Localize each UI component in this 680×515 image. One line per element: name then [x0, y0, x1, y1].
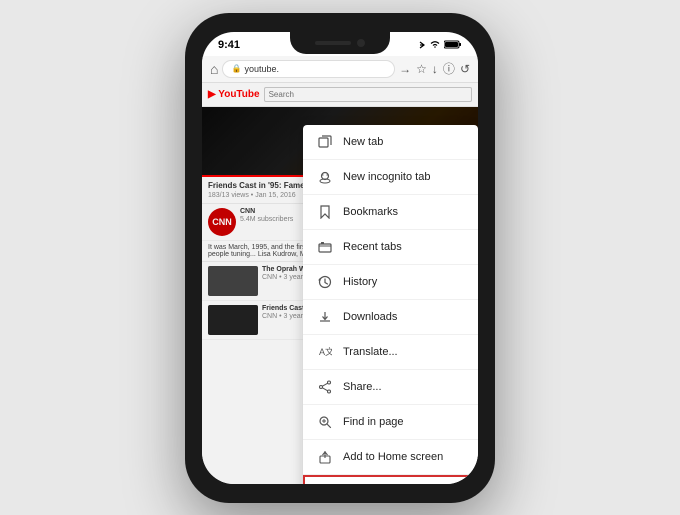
share-label: Share...: [343, 381, 464, 393]
bookmarks-label: Bookmarks: [343, 206, 464, 218]
youtube-content: ▶ YouTube ● 2:59 / 2:19 Friends Cast in …: [202, 83, 478, 484]
menu-item-downloads[interactable]: Downloads: [303, 300, 478, 335]
menu-item-share[interactable]: Share...: [303, 370, 478, 405]
add-home-icon: [317, 449, 333, 465]
svg-text:A文: A文: [319, 346, 332, 357]
menu-item-history[interactable]: History: [303, 265, 478, 300]
find-label: Find in page: [343, 416, 464, 428]
menu-item-bookmarks[interactable]: Bookmarks: [303, 195, 478, 230]
bookmark-icon: [317, 204, 333, 220]
add-home-label: Add to Home screen: [343, 451, 464, 463]
phone-screen: 9:41: [202, 32, 478, 484]
forward-icon[interactable]: →: [399, 62, 411, 76]
downloads-icon: [317, 309, 333, 325]
new-tab-label: New tab: [343, 136, 464, 148]
browser-toolbar: → ☆ ↓ ⓘ ↺: [399, 60, 470, 77]
speaker: [315, 41, 351, 45]
phone-frame: 9:41: [185, 13, 495, 503]
menu-item-find[interactable]: Find in page: [303, 405, 478, 440]
incognito-label: New incognito tab: [343, 171, 464, 183]
menu-item-translate[interactable]: A文 Translate...: [303, 335, 478, 370]
incognito-icon: [317, 169, 333, 185]
battery-icon: [444, 40, 462, 49]
downloads-label: Downloads: [343, 311, 464, 323]
find-icon: [317, 414, 333, 430]
menu-item-add-home[interactable]: Add to Home screen: [303, 440, 478, 475]
history-label: History: [343, 276, 464, 288]
camera: [357, 39, 365, 47]
recent-tabs-label: Recent tabs: [343, 241, 464, 253]
lock-icon: 🔒: [231, 64, 241, 73]
browser-chrome: ⌂ 🔒 youtube. → ☆ ↓ ⓘ ↺: [202, 56, 478, 83]
wifi-icon: [429, 40, 441, 49]
info-icon[interactable]: ⓘ: [443, 60, 455, 77]
bluetooth-icon: [418, 40, 426, 50]
menu-item-recent-tabs[interactable]: Recent tabs: [303, 230, 478, 265]
recent-tabs-icon: [317, 239, 333, 255]
home-button[interactable]: ⌂: [210, 61, 218, 77]
notch: [290, 32, 390, 54]
new-tab-icon: [317, 134, 333, 150]
refresh-icon[interactable]: ↺: [460, 62, 470, 76]
translate-label: Translate...: [343, 346, 464, 358]
status-icons: [418, 40, 462, 50]
url-text: youtube.: [244, 64, 279, 74]
download-icon[interactable]: ↓: [432, 62, 438, 76]
menu-item-new-tab[interactable]: New tab: [303, 125, 478, 160]
url-bar[interactable]: 🔒 youtube.: [222, 60, 395, 78]
menu-item-incognito[interactable]: New incognito tab: [303, 160, 478, 195]
star-icon[interactable]: ☆: [416, 62, 427, 76]
menu-item-desktop-site[interactable]: Desktop site: [303, 475, 478, 484]
context-menu: New tab New incognito tab Bookmarks: [303, 125, 478, 484]
translate-icon: A文: [317, 344, 333, 360]
share-icon: [317, 379, 333, 395]
history-icon: [317, 274, 333, 290]
status-time: 9:41: [218, 39, 240, 51]
